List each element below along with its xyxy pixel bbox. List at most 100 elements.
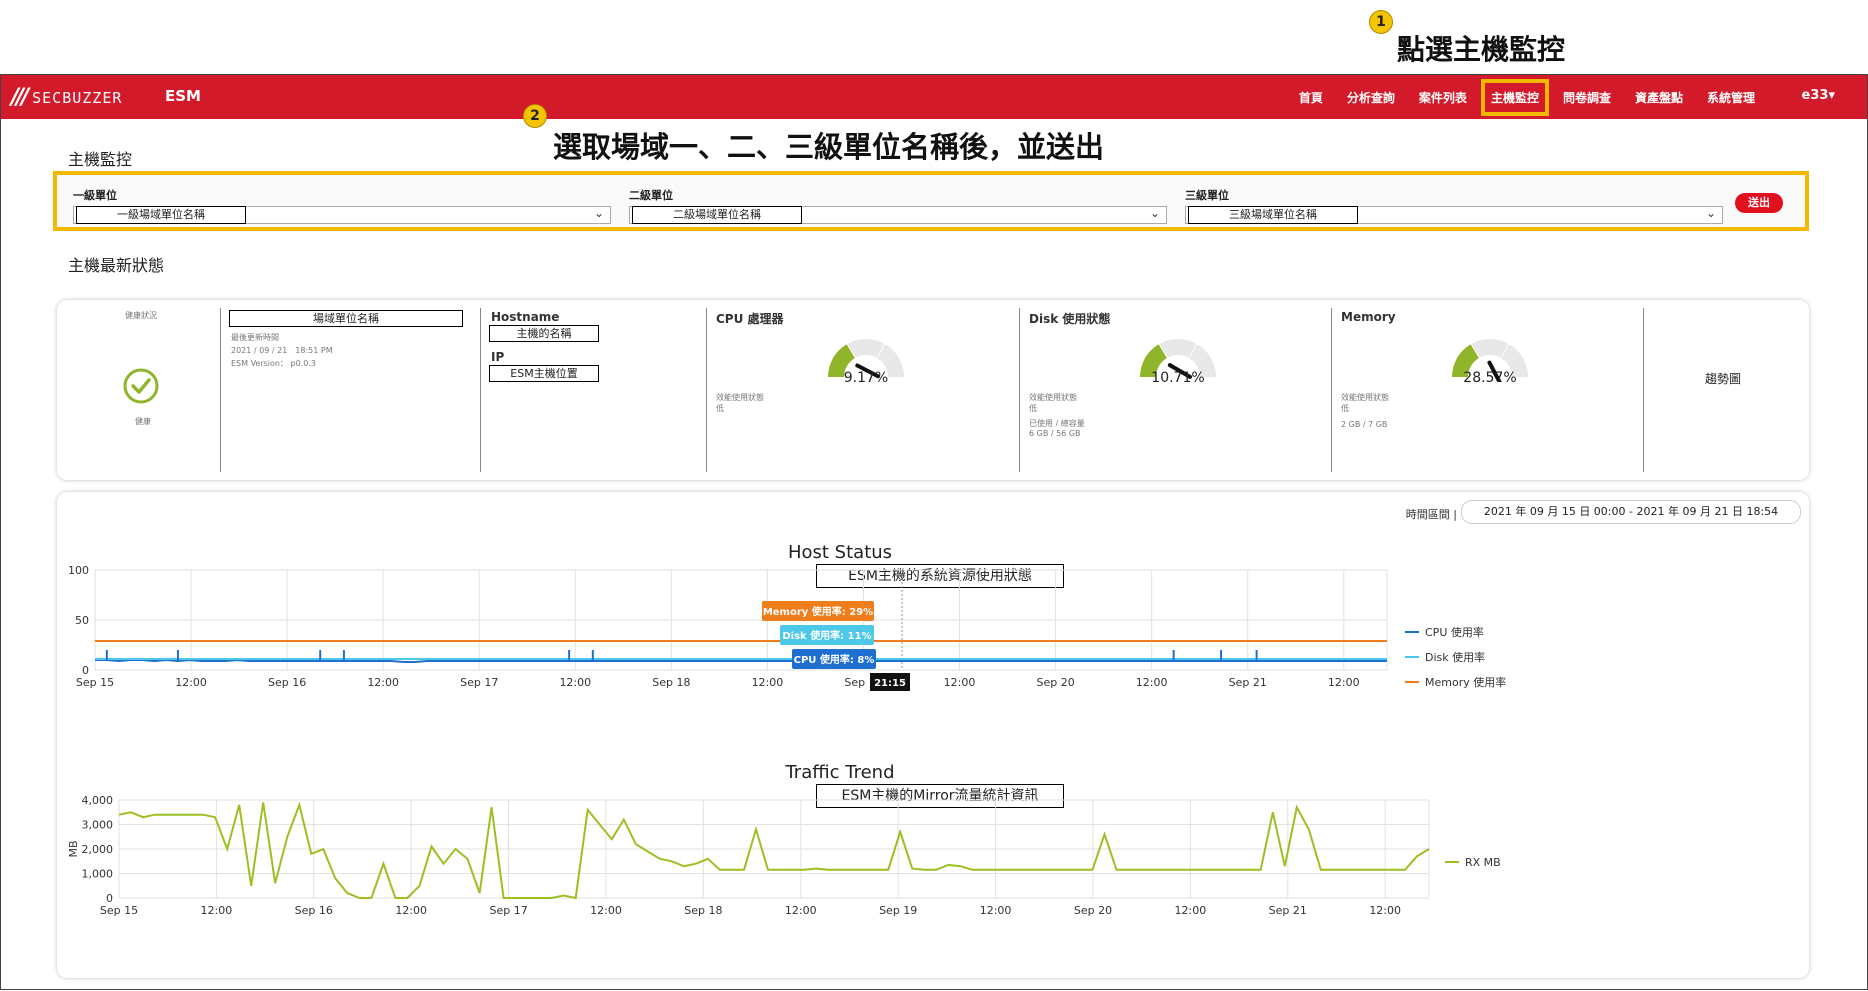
cpu-gauge-value: 9.17% (843, 370, 889, 386)
x-tick-label: 12:00 (367, 676, 399, 689)
divider (220, 308, 221, 472)
disk-usage-value: 6 GB / 56 GB (1029, 429, 1081, 438)
divider (706, 308, 707, 472)
series-line (95, 658, 1387, 663)
nav-analysis[interactable]: 分析查詢 (1347, 89, 1395, 106)
page-title: 主機監控 (68, 150, 133, 169)
esm-version: ESM Version： p0.0.3 (231, 359, 316, 368)
y-axis-label: MB (67, 840, 80, 857)
nav-host-monitor[interactable]: 主機監控 (1480, 78, 1549, 116)
caret-down-icon: ▾ (1828, 88, 1835, 103)
app-name: ESM (165, 87, 201, 105)
x-tick-label: Sep 21 (1229, 676, 1267, 689)
chevron-down-icon: ⌄ (593, 206, 604, 220)
top-navbar: /// SECBUZZER ESM 首頁 分析查詢 案件列表 主機監控 問卷調查… (1, 75, 1867, 119)
x-tick-label: 12:00 (175, 676, 207, 689)
last-update-value: 2021 / 09 / 21 18:51 PM (231, 346, 333, 355)
cpu-eff-label: 效能使用狀態 (716, 393, 764, 402)
chevron-down-icon: ⌄ (1705, 206, 1716, 220)
host-status-title: Host Status (787, 542, 893, 563)
host-status-card: 健康狀況 健康 場域單位名稱 最後更新時間 2021 / 09 / 21 18:… (57, 300, 1809, 480)
legend-item[interactable]: Disk 使用率 (1425, 650, 1485, 664)
x-tick-label: Sep 18 (684, 904, 722, 917)
y-tick-label: 100 (68, 564, 89, 577)
last-update-label: 最後更新時間 (231, 333, 279, 342)
username: e33 (1801, 88, 1829, 103)
level1-value: 一級場域單位名稱 (76, 206, 246, 224)
nav-survey[interactable]: 問卷調查 (1563, 89, 1611, 106)
brand-logo[interactable]: /// SECBUZZER (11, 85, 122, 110)
user-menu[interactable]: e33▾ (1802, 88, 1835, 103)
step-1-instruction: 點選主機監控 (1397, 33, 1566, 66)
chart-card: 時間區間 | 2021 年 09 月 15 日 00:00 - 2021 年 0… (57, 492, 1809, 978)
logo-text: SECBUZZER (32, 88, 123, 107)
ip-value: ESM主機位置 (489, 365, 599, 382)
tooltip-text: Disk 使用率: 11% (782, 629, 871, 642)
unit-name: 場域單位名稱 (229, 310, 463, 327)
tooltip-time: 21:15 (874, 678, 906, 689)
x-tick-label: 12:00 (1136, 676, 1168, 689)
x-tick-label: Sep 16 (295, 904, 333, 917)
x-tick-label: Sep 17 (489, 904, 527, 917)
status-section-title: 主機最新狀態 (68, 256, 165, 275)
nav-assets[interactable]: 資產盤點 (1635, 89, 1683, 106)
y-tick-label: 1,000 (82, 868, 114, 881)
x-tick-label: Sep 21 (1269, 904, 1307, 917)
divider (1019, 308, 1020, 472)
step-1-marker: 1 (1369, 10, 1393, 34)
x-tick-label: Sep 16 (268, 676, 306, 689)
health-label: 健康狀況 (125, 311, 157, 320)
step-2-instruction: 選取場域一、二、三級單位名稱後，並送出 (553, 130, 1105, 164)
legend-item[interactable]: CPU 使用率 (1425, 625, 1484, 639)
cpu-label: CPU 處理器 (716, 312, 784, 326)
disk-eff-label: 效能使用狀態 (1029, 393, 1077, 402)
nav-home[interactable]: 首頁 (1299, 89, 1323, 106)
memory-eff-label: 效能使用狀態 (1341, 393, 1389, 402)
step-2-marker: 2 (523, 104, 547, 128)
level2-value: 二級場域單位名稱 (632, 206, 802, 224)
level3-label: 三級單位 (1185, 189, 1229, 202)
series-line (118, 801, 1430, 900)
x-tick-label: Sep 19 (879, 904, 917, 917)
level2-filter: 二級單位 二級場域單位名稱 ⌄ (629, 187, 1167, 224)
memory-eff-value: 低 (1341, 404, 1349, 413)
hostname-value: 主機的名稱 (489, 325, 599, 342)
traffic-trend-chart[interactable]: Sep 15 12:00 Sep 16 12:00 Sep 17 12:00 Sep 18 1… (57, 792, 1809, 972)
level3-select[interactable]: 三級場域單位名稱 ⌄ (1185, 206, 1723, 224)
x-tick-label: 12:00 (201, 904, 233, 917)
disk-eff-value: 低 (1029, 404, 1037, 413)
trend-link[interactable]: 趨勢圖 (1705, 370, 1741, 387)
ip-label: IP (491, 350, 505, 364)
disk-gauge-value: 10.71% (1151, 370, 1205, 386)
x-tick-label: 12:00 (944, 676, 976, 689)
time-range-input[interactable]: 2021 年 09 月 15 日 00:00 - 2021 年 09 月 21 … (1461, 500, 1801, 524)
y-tick-label: 4,000 (82, 794, 114, 807)
legend-item[interactable]: Memory 使用率 (1425, 675, 1506, 689)
level2-select[interactable]: 二級場域單位名稱 ⌄ (629, 206, 1167, 224)
check-circle-icon (123, 368, 159, 404)
legend-item[interactable]: RX MB (1465, 856, 1501, 869)
x-tick-label: Sep 18 (652, 676, 690, 689)
disk-usage-label: 已使用 / 總容量 (1029, 419, 1085, 428)
hostname-label: Hostname (491, 310, 560, 324)
level1-select[interactable]: 一級場域單位名稱 ⌄ (73, 206, 611, 224)
gauge-segment (1471, 339, 1509, 358)
unit-filter-bar: 一級單位 一級場域單位名稱 ⌄ 二級單位 二級場域單位名稱 ⌄ 三級單位 三級場… (53, 171, 1809, 231)
x-tick-label: Sep 20 (1074, 904, 1112, 917)
gauge-segment (1159, 339, 1197, 358)
y-tick-label: 50 (75, 614, 89, 627)
tooltip-text: CPU 使用率: 8% (794, 653, 875, 666)
divider (480, 308, 481, 472)
submit-button[interactable]: 送出 (1735, 193, 1783, 213)
divider (1643, 308, 1644, 472)
y-tick-label: 3,000 (82, 819, 114, 832)
nav-system[interactable]: 系統管理 (1707, 89, 1755, 106)
cpu-eff-value: 低 (716, 404, 724, 413)
divider (1331, 308, 1332, 472)
x-tick-label: Sep 15 (100, 904, 138, 917)
x-tick-label: 12:00 (559, 676, 591, 689)
level2-label: 二級單位 (629, 189, 673, 202)
nav-cases[interactable]: 案件列表 (1419, 89, 1467, 106)
x-tick-label: 12:00 (752, 676, 784, 689)
host-status-chart[interactable]: Sep 15 12:00 Sep 16 12:00 Sep 17 12:00 Sep 18 1… (57, 564, 1809, 724)
